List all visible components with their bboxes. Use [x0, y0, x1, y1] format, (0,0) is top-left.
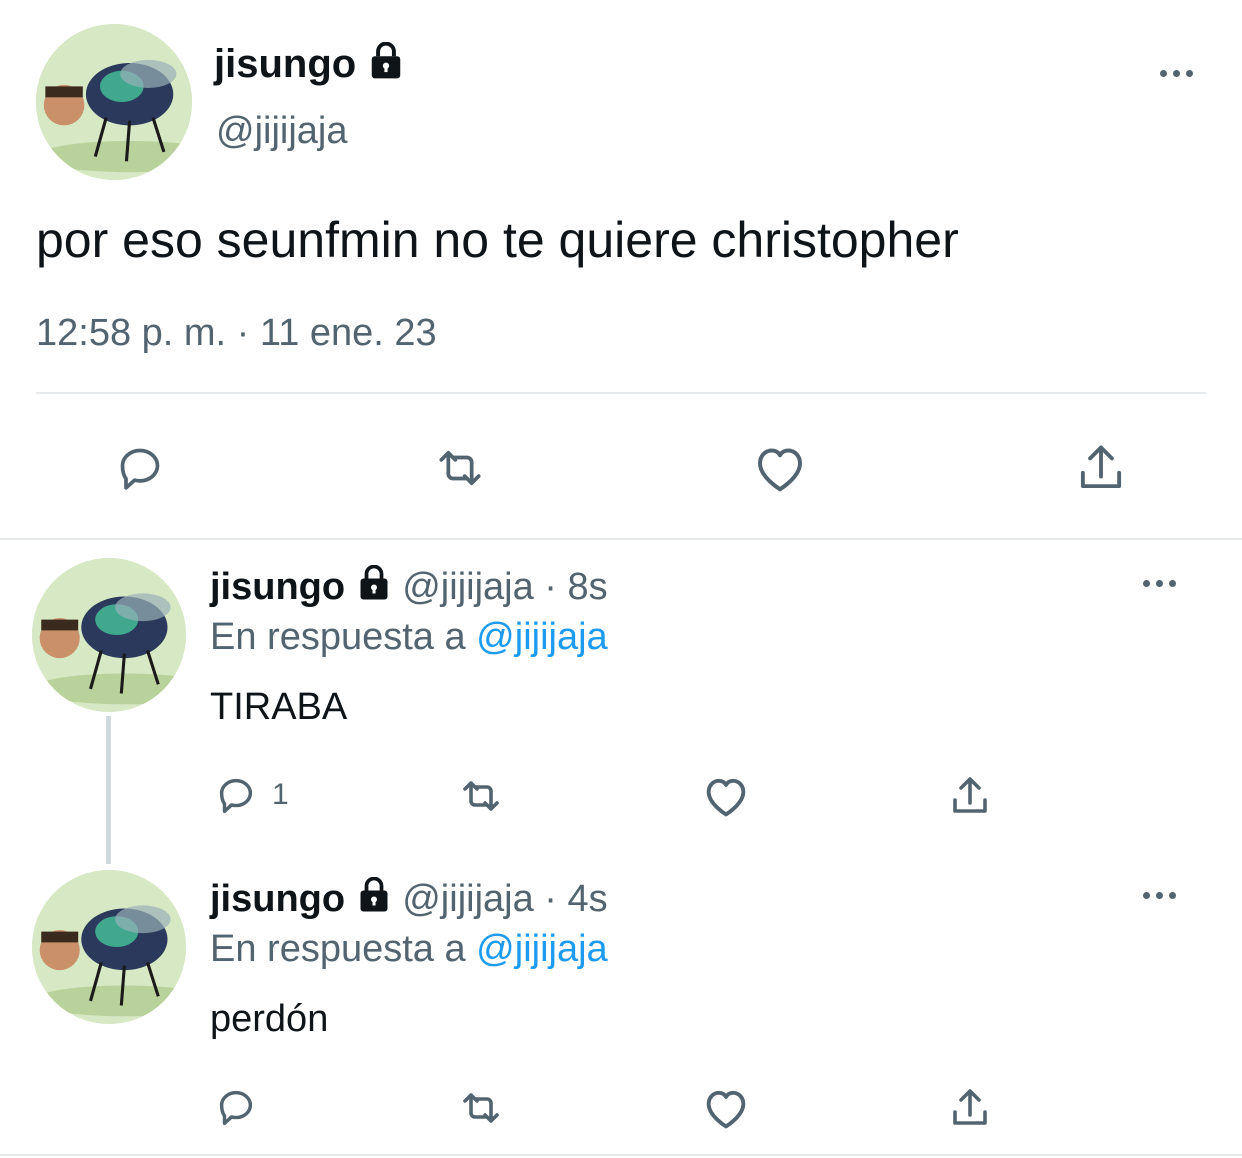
- reply-to-link[interactable]: @jijijaja: [476, 928, 608, 970]
- like-icon: [758, 448, 802, 492]
- share-icon: [953, 777, 987, 813]
- relative-time: · 4s: [544, 878, 608, 920]
- share-icon: [1080, 445, 1122, 489]
- reply-to-link[interactable]: @jijijaja: [476, 616, 608, 658]
- reply-header: jisungo @jijijaja · 8s: [210, 564, 608, 612]
- relative-time: · 8s: [544, 566, 608, 608]
- retweet-button[interactable]: [452, 1084, 510, 1132]
- reply-icon: [219, 778, 253, 814]
- display-name[interactable]: jisungo: [210, 566, 345, 608]
- timestamp[interactable]: 12:58 p. m. · 11 ene. 23: [36, 310, 437, 356]
- handle[interactable]: @jijijaja: [402, 878, 534, 920]
- retweet-icon: [439, 450, 481, 486]
- more-icon[interactable]: [1160, 70, 1193, 77]
- avatar[interactable]: [36, 24, 192, 180]
- more-icon[interactable]: [1143, 892, 1176, 899]
- share-button[interactable]: [946, 770, 994, 822]
- share-icon: [953, 1089, 987, 1125]
- reply-button[interactable]: [110, 440, 170, 496]
- thread-line: [106, 716, 111, 864]
- more-icon[interactable]: [1143, 580, 1176, 587]
- reply-context: En respuesta a @jijijaja: [210, 614, 608, 660]
- section-divider: [0, 538, 1242, 540]
- reply-button[interactable]: [212, 1084, 272, 1130]
- like-icon: [706, 1090, 746, 1129]
- reply-context: En respuesta a @jijijaja: [210, 926, 608, 972]
- reply-button[interactable]: 1: [212, 772, 289, 818]
- like-button[interactable]: [750, 438, 810, 498]
- reply-count: 1: [272, 778, 289, 811]
- reply-text: TIRABA: [210, 686, 348, 728]
- bottom-divider: [0, 1154, 1242, 1156]
- retweet-button[interactable]: [452, 772, 510, 820]
- share-button[interactable]: [946, 1082, 994, 1134]
- lock-icon: [356, 565, 392, 612]
- display-name-text: jisungo: [214, 42, 357, 86]
- handle[interactable]: @jijijaja: [216, 108, 348, 154]
- retweet-icon: [463, 1093, 499, 1123]
- display-name[interactable]: jisungo: [210, 878, 345, 920]
- display-name[interactable]: jisungo: [214, 40, 405, 91]
- like-button[interactable]: [700, 770, 752, 822]
- share-button[interactable]: [1072, 438, 1130, 498]
- avatar-image: [32, 558, 186, 712]
- lock-icon: [367, 41, 405, 91]
- reply-header: jisungo @jijijaja · 4s: [210, 876, 608, 924]
- reply-prefix: En respuesta a: [210, 928, 466, 970]
- divider: [36, 392, 1206, 394]
- retweet-button[interactable]: [426, 440, 494, 496]
- reply-icon: [219, 1090, 253, 1126]
- avatar-image: [32, 870, 186, 1024]
- handle[interactable]: @jijijaja: [402, 566, 534, 608]
- reply-text: perdón: [210, 998, 329, 1040]
- reply-icon: [120, 448, 160, 490]
- retweet-icon: [463, 781, 499, 811]
- tweet-text: por eso seunfmin no te quiere christophe…: [36, 212, 959, 268]
- like-button[interactable]: [700, 1082, 752, 1134]
- like-icon: [706, 778, 746, 817]
- lock-icon: [356, 877, 392, 924]
- reply-prefix: En respuesta a: [210, 616, 466, 658]
- avatar-image: [36, 24, 192, 180]
- avatar[interactable]: [32, 558, 186, 712]
- avatar[interactable]: [32, 870, 186, 1024]
